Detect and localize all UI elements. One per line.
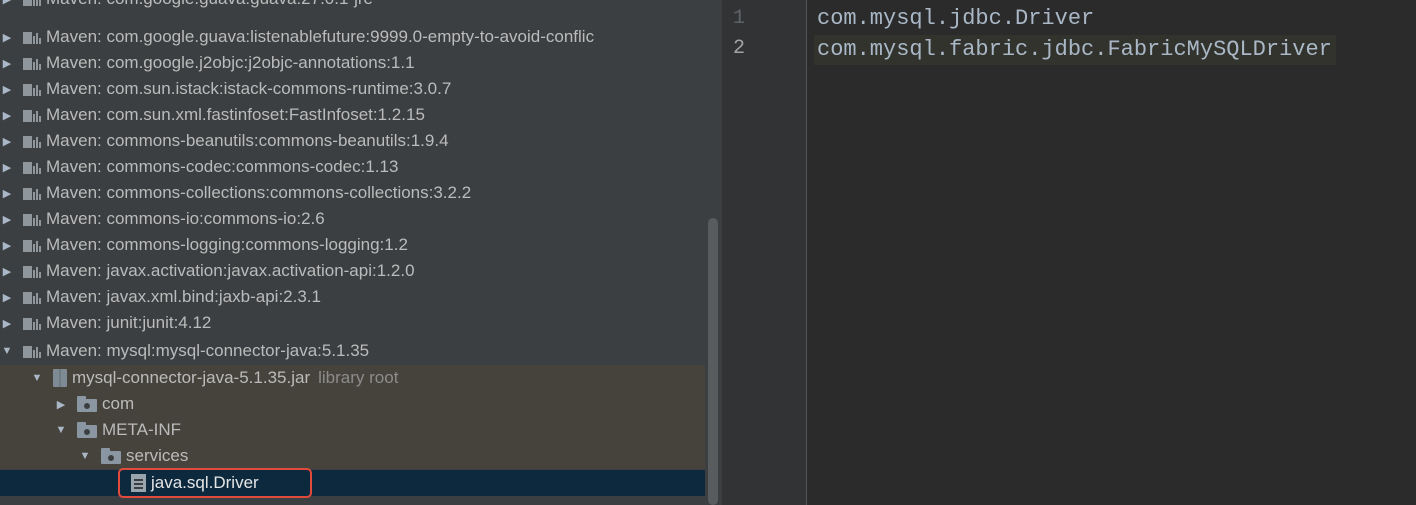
tree-row-package-com[interactable]: ▶ com (0, 391, 705, 417)
jar-icon (53, 369, 67, 387)
collapsed-arrow-icon[interactable]: ▶ (0, 265, 14, 278)
tree-row-maven-guava[interactable]: ▶ Maven: com.google.guava:guava:27.0.1-j… (0, 0, 705, 12)
code-editor[interactable]: com.mysql.jdbc.Driver com.mysql.fabric.j… (808, 0, 1416, 505)
jar-label: mysql-connector-java-5.1.35.jar (72, 368, 311, 387)
tree-row-services[interactable]: ▼ services (0, 443, 705, 469)
collapsed-arrow-icon[interactable]: ▶ (0, 213, 14, 226)
maven-library-icon (23, 82, 41, 96)
tree-row-maven-istack[interactable]: ▶ Maven: com.sun.istack:istack-commons-r… (0, 76, 705, 102)
tree-row-label: Maven: com.sun.xml.fastinfoset:FastInfos… (46, 105, 425, 124)
line-number: 1 (733, 7, 746, 30)
collapsed-arrow-icon[interactable]: ▶ (0, 187, 14, 200)
tree-row-jar[interactable]: ▼ mysql-connector-java-5.1.35.jar librar… (0, 365, 705, 391)
collapsed-arrow-icon[interactable]: ▶ (0, 109, 14, 122)
maven-library-icon (23, 0, 41, 6)
tree-row-label: Maven: com.sun.istack:istack-commons-run… (46, 79, 452, 98)
collapsed-arrow-icon[interactable]: ▶ (0, 83, 14, 96)
collapsed-arrow-icon[interactable]: ▶ (0, 317, 14, 330)
tree-scrollbar-thumb[interactable] (708, 218, 718, 505)
collapsed-arrow-icon[interactable]: ▶ (0, 135, 14, 148)
tree-row-maven-fastinfoset[interactable]: ▶ Maven: com.sun.xml.fastinfoset:FastInf… (0, 102, 705, 128)
tree-row-label: META-INF (102, 420, 182, 439)
maven-library-icon (23, 238, 41, 252)
collapsed-arrow-icon[interactable]: ▶ (0, 31, 14, 44)
expanded-arrow-icon[interactable]: ▼ (78, 450, 92, 462)
tree-row-label: Maven: com.google.guava:listenablefuture… (46, 27, 595, 46)
tree-row-maven-commons-logging[interactable]: ▶ Maven: commons-logging:commons-logging… (0, 232, 705, 258)
expanded-arrow-icon[interactable]: ▼ (0, 345, 14, 357)
tree-row-maven-junit[interactable]: ▶ Maven: junit:junit:4.12 (0, 310, 705, 336)
highlight-box (118, 468, 312, 498)
tree-row-maven-activation[interactable]: ▶ Maven: javax.activation:javax.activati… (0, 258, 705, 284)
tree-row-label: Maven: commons-codec:commons-codec:1.13 (46, 157, 399, 176)
tree-row-label: Maven: mysql:mysql-connector-java:5.1.35 (46, 341, 370, 360)
library-root-label: library root (318, 368, 399, 387)
tree-row-label: Maven: javax.xml.bind:jaxb-api:2.3.1 (46, 287, 321, 306)
line-number: 2 (733, 37, 746, 60)
tree-row-label: Maven: com.google.j2objc:j2objc-annotati… (46, 53, 415, 72)
tree-row-label: Maven: com.google.guava:guava:27.0.1-jre (46, 0, 373, 9)
code-line[interactable]: com.mysql.jdbc.Driver (817, 4, 1094, 34)
expanded-arrow-icon[interactable]: ▼ (30, 372, 44, 384)
maven-library-icon (23, 186, 41, 200)
collapsed-arrow-icon[interactable]: ▶ (0, 0, 14, 6)
tree-row-label: Maven: commons-collections:commons-colle… (46, 183, 472, 202)
maven-library-icon (23, 108, 41, 122)
tree-row-maven-beanutils[interactable]: ▶ Maven: commons-beanutils:commons-beanu… (0, 128, 705, 154)
maven-library-icon (23, 56, 41, 70)
tree-row-maven-j2objc[interactable]: ▶ Maven: com.google.j2objc:j2objc-annota… (0, 50, 705, 76)
project-tree: ▶ Maven: com.google.guava:guava:27.0.1-j… (0, 0, 722, 505)
tree-row-maven-mysql-connector[interactable]: ▼ Maven: mysql:mysql-connector-java:5.1.… (0, 338, 705, 364)
tree-row-meta-inf[interactable]: ▼ META-INF (0, 417, 705, 443)
code-line-current[interactable]: com.mysql.fabric.jdbc.FabricMySQLDriver (814, 35, 1336, 65)
collapsed-arrow-icon[interactable]: ▶ (0, 239, 14, 252)
tree-row-maven-commons-io[interactable]: ▶ Maven: commons-io:commons-io:2.6 (0, 206, 705, 232)
tree-row-maven-codec[interactable]: ▶ Maven: commons-codec:commons-codec:1.1… (0, 154, 705, 180)
tree-row-label: services (126, 446, 189, 465)
collapsed-arrow-icon[interactable]: ▶ (0, 161, 14, 174)
maven-library-icon (23, 160, 41, 174)
maven-library-icon (23, 134, 41, 148)
tree-row-maven-jaxb[interactable]: ▶ Maven: javax.xml.bind:jaxb-api:2.3.1 (0, 284, 705, 310)
collapsed-arrow-icon[interactable]: ▶ (0, 57, 14, 70)
maven-library-icon (23, 212, 41, 226)
tree-row-label: Maven: commons-logging:commons-logging:1… (46, 235, 408, 254)
maven-library-icon (23, 344, 41, 358)
folder-icon (77, 422, 97, 438)
maven-library-icon (23, 30, 41, 44)
maven-library-icon (23, 316, 41, 330)
editor-gutter: 1 2 (723, 0, 807, 505)
collapsed-arrow-icon[interactable]: ▶ (54, 398, 68, 411)
tree-row-label: Maven: commons-beanutils:commons-beanuti… (46, 131, 449, 150)
tree-row-label: Maven: commons-io:commons-io:2.6 (46, 209, 325, 228)
tree-row-maven-collections[interactable]: ▶ Maven: commons-collections:commons-col… (0, 180, 705, 206)
maven-library-icon (23, 264, 41, 278)
tree-row-label: Maven: junit:junit:4.12 (46, 313, 212, 332)
tree-row-maven-listenablefuture[interactable]: ▶ Maven: com.google.guava:listenablefutu… (0, 24, 705, 50)
package-folder-icon (77, 396, 97, 412)
tree-row-label: com (102, 394, 135, 413)
tree-row-label: Maven: javax.activation:javax.activation… (46, 261, 415, 280)
maven-library-icon (23, 290, 41, 304)
tree-row-java-sql-driver[interactable]: java.sql.Driver (0, 470, 705, 496)
folder-icon (101, 448, 121, 464)
expanded-arrow-icon[interactable]: ▼ (54, 424, 68, 436)
collapsed-arrow-icon[interactable]: ▶ (0, 291, 14, 304)
